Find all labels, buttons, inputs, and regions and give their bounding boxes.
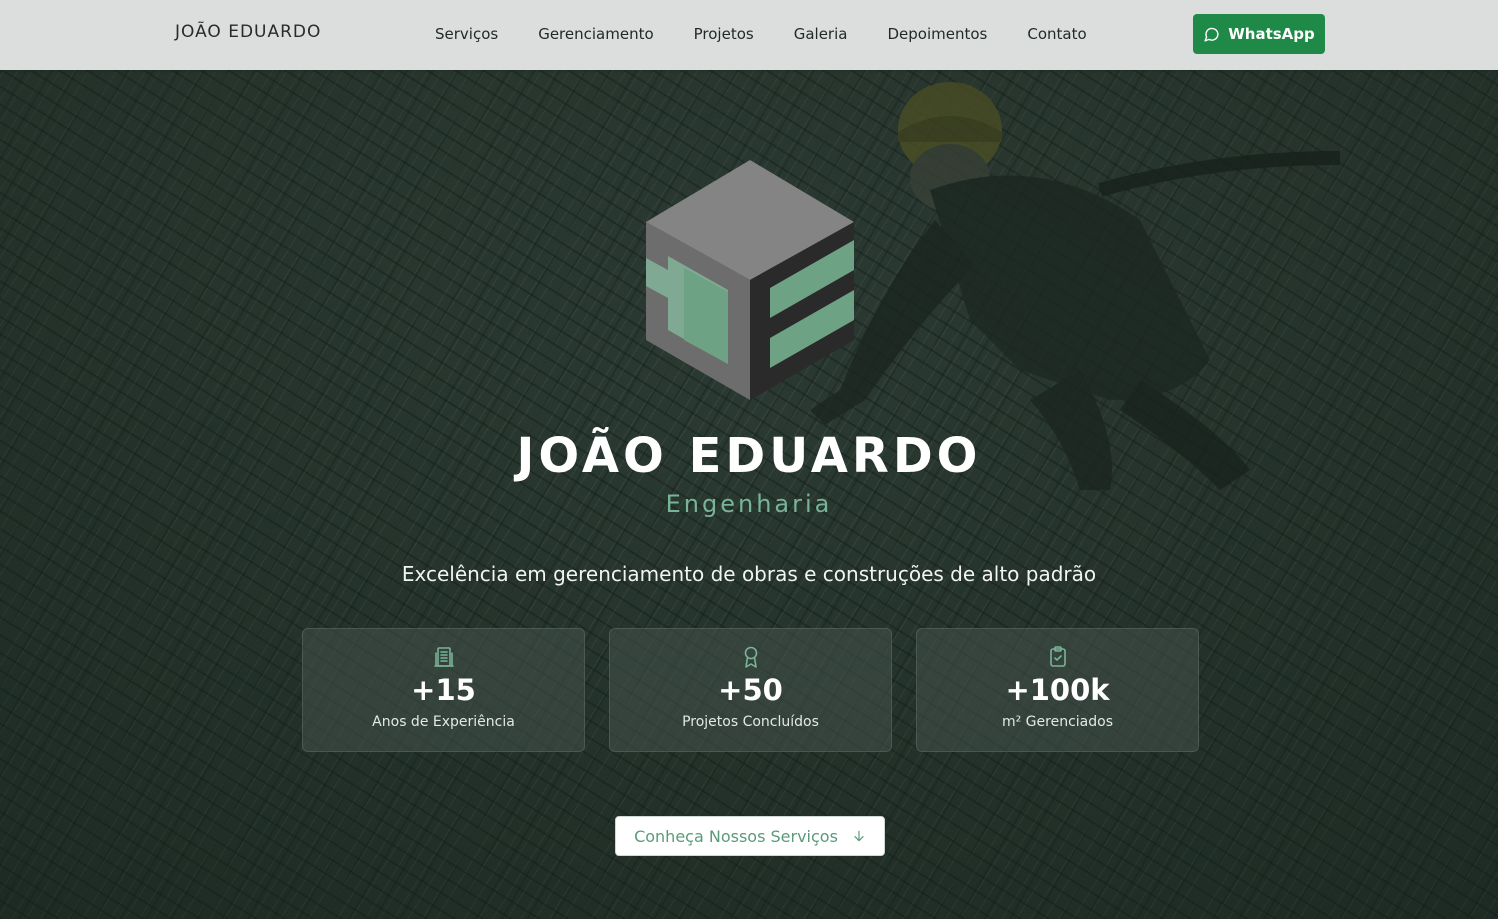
building-icon xyxy=(433,647,454,667)
nav-link-depoimentos[interactable]: Depoimentos xyxy=(887,25,987,43)
whatsapp-button-label: WhatsApp xyxy=(1228,25,1315,43)
clipboard-check-icon xyxy=(1049,646,1066,667)
navbar: JOÃO EDUARDO Serviços Gerenciamento Proj… xyxy=(0,0,1498,70)
whatsapp-button[interactable]: WhatsApp xyxy=(1193,14,1325,54)
stat-label: Projetos Concluídos xyxy=(682,714,819,730)
stat-label: Anos de Experiência xyxy=(372,714,515,730)
services-cta-label: Conheça Nossos Serviços xyxy=(634,826,838,846)
nav-link-contato[interactable]: Contato xyxy=(1027,25,1086,43)
award-icon xyxy=(744,646,757,668)
hero-title: JOÃO EDUARDO xyxy=(516,428,982,484)
nav-link-projetos[interactable]: Projetos xyxy=(694,25,754,43)
stat-card-experience: +15 Anos de Experiência xyxy=(302,628,585,752)
stat-card-area: +100k m² Gerenciados xyxy=(916,628,1199,752)
whatsapp-icon xyxy=(1204,27,1219,42)
hero-subtitle: Engenharia xyxy=(665,490,833,518)
stat-value: +15 xyxy=(411,673,476,707)
stat-card-projects: +50 Projetos Concluídos xyxy=(609,628,892,752)
services-cta-button[interactable]: Conheça Nossos Serviços xyxy=(615,816,885,856)
nav-link-gerenciamento[interactable]: Gerenciamento xyxy=(538,25,653,43)
nav-links: Serviços Gerenciamento Projetos Galeria … xyxy=(435,25,1087,43)
arrow-down-icon xyxy=(854,830,864,842)
hero-tagline: Excelência em gerenciamento de obras e c… xyxy=(401,562,1097,586)
company-logo-cube-icon xyxy=(646,160,854,400)
nav-link-servicos[interactable]: Serviços xyxy=(435,25,498,43)
stat-value: +50 xyxy=(718,673,783,707)
nav-link-galeria[interactable]: Galeria xyxy=(794,25,848,43)
hero-section: JOÃO EDUARDO Engenharia Excelência em ge… xyxy=(0,70,1498,919)
brand-logo-text[interactable]: JOÃO EDUARDO xyxy=(175,22,321,42)
stat-value: +100k xyxy=(1005,673,1110,707)
stat-label: m² Gerenciados xyxy=(1001,714,1113,730)
stats-row: +15 Anos de Experiência +50 Projetos Con… xyxy=(302,628,1199,752)
